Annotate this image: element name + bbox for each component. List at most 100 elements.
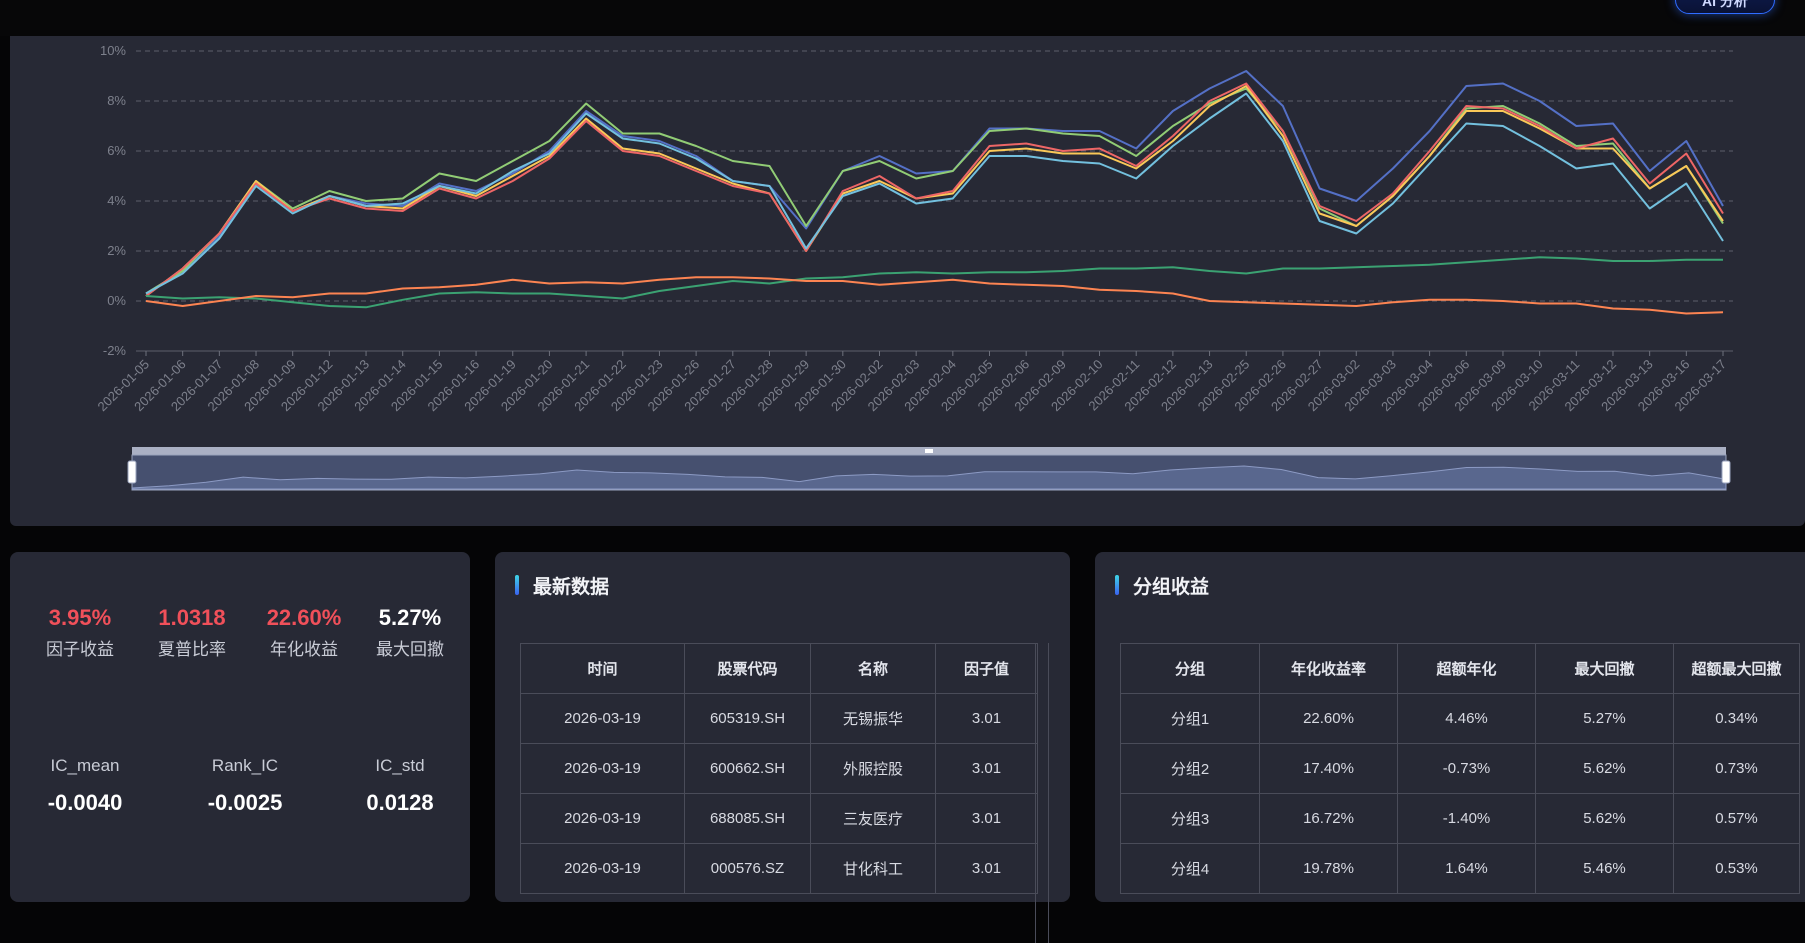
column-header-group[interactable]: 分组 xyxy=(1120,643,1260,694)
series-line-5 xyxy=(145,92,1724,295)
y-tick-label: 8% xyxy=(107,93,126,108)
factor-return-value: 3.95% xyxy=(48,605,112,630)
cell-excess-annual: 1.64% xyxy=(1397,843,1536,894)
factor-return-line-chart: 10%8%6%4%2%0%-2%2026-01-052026-01-062026… xyxy=(94,43,1733,491)
cell-excess-max-drawdown: 0.57% xyxy=(1673,793,1800,844)
series-line-4 xyxy=(145,82,1724,297)
cell-max-drawdown: 5.46% xyxy=(1535,843,1674,894)
latest-data-card: 最新数据 时间 股票代码 名称 因子值 2026-03-19 605319.SH… xyxy=(495,552,1070,943)
column-header-factor-value[interactable]: 因子值 xyxy=(935,643,1038,694)
series-line-3 xyxy=(145,85,1724,297)
column-header-excess-max-drawdown[interactable]: 超额最大回撤 xyxy=(1673,643,1800,694)
group-returns-table: 分组 年化收益率 超额年化 最大回撤 超额最大回撤 分组1 22.60% 4.4… xyxy=(1120,643,1800,894)
factor-return-metric: 3.95% 因子收益 xyxy=(35,605,125,660)
cell-time: 2026-03-19 xyxy=(520,793,685,844)
table-row[interactable]: 2026-03-19 688085.SH 三友医疗 3.01 xyxy=(520,793,1038,844)
cell-excess-max-drawdown: 0.53% xyxy=(1673,843,1800,894)
latest-data-table: 时间 股票代码 名称 因子值 2026-03-19 605319.SH 无锡振华… xyxy=(520,643,1038,894)
cell-annual-return: 19.78% xyxy=(1259,843,1398,894)
y-tick-label: 0% xyxy=(107,293,126,308)
table-row[interactable]: 2026-03-19 600662.SH 外服控股 3.01 xyxy=(520,743,1038,794)
table-row[interactable]: 分组2 17.40% -0.73% 5.62% 0.73% xyxy=(1120,743,1800,794)
cell-annual-return: 22.60% xyxy=(1259,693,1398,744)
y-tick-label: 6% xyxy=(107,143,126,158)
cell-factor-value: 3.01 xyxy=(935,693,1038,744)
annual-return-metric: 22.60% 年化收益 xyxy=(259,605,349,660)
sharpe-ratio-value: 1.0318 xyxy=(158,605,226,630)
cell-excess-annual: -0.73% xyxy=(1397,743,1536,794)
series-line-7 xyxy=(145,276,1724,315)
cell-name: 甘化科工 xyxy=(810,843,936,894)
table-header-row: 时间 股票代码 名称 因子值 xyxy=(520,643,1038,694)
annual-return-value: 22.60% xyxy=(266,605,342,630)
table-scrollbar[interactable] xyxy=(1035,643,1049,943)
cell-time: 2026-03-19 xyxy=(520,693,685,744)
cell-excess-max-drawdown: 0.34% xyxy=(1673,693,1800,744)
table-row[interactable]: 2026-03-19 000576.SZ 甘化科工 3.01 xyxy=(520,843,1038,894)
cell-factor-value: 3.01 xyxy=(935,743,1038,794)
cell-group: 分组1 xyxy=(1120,693,1260,744)
zoom-drag-grip-icon[interactable] xyxy=(925,449,933,453)
factor-return-label: 因子收益 xyxy=(46,640,114,659)
cell-factor-value: 3.01 xyxy=(935,793,1038,844)
column-header-max-drawdown[interactable]: 最大回撤 xyxy=(1535,643,1674,694)
y-tick-label: 4% xyxy=(107,193,126,208)
cell-stock-code: 688085.SH xyxy=(684,793,811,844)
cell-group: 分组4 xyxy=(1120,843,1260,894)
cell-annual-return: 17.40% xyxy=(1259,743,1398,794)
y-tick-label: 10% xyxy=(100,43,126,58)
max-drawdown-value: 5.27% xyxy=(378,605,442,630)
cell-max-drawdown: 5.62% xyxy=(1535,743,1674,794)
cell-factor-value: 3.01 xyxy=(935,843,1038,894)
latest-data-header: 最新数据 xyxy=(515,574,610,598)
ic-std-value: 0.0128 xyxy=(366,790,434,815)
series-line-2 xyxy=(145,87,1724,295)
cell-annual-return: 16.72% xyxy=(1259,793,1398,844)
ic-mean-value: -0.0040 xyxy=(47,790,123,815)
sharpe-ratio-label: 夏普比率 xyxy=(158,640,226,659)
cell-excess-max-drawdown: 0.73% xyxy=(1673,743,1800,794)
column-header-name[interactable]: 名称 xyxy=(810,643,936,694)
column-header-annual-return[interactable]: 年化收益率 xyxy=(1259,643,1398,694)
table-row[interactable]: 分组4 19.78% 1.64% 5.46% 0.53% xyxy=(1120,843,1800,894)
zoom-handle-right[interactable] xyxy=(1721,460,1731,484)
ai-analysis-button[interactable]: AI 分析 xyxy=(1675,0,1775,14)
table-row[interactable]: 2026-03-19 605319.SH 无锡振华 3.01 xyxy=(520,693,1038,744)
cell-name: 无锡振华 xyxy=(810,693,936,744)
group-returns-card: 分组收益 分组 年化收益率 超额年化 最大回撤 超额最大回撤 分组1 22.60… xyxy=(1095,552,1805,902)
ic-mean-label: IC_mean xyxy=(50,756,120,775)
title-accent-bar xyxy=(1115,575,1119,595)
table-row[interactable]: 分组3 16.72% -1.40% 5.62% 0.57% xyxy=(1120,793,1800,844)
sharpe-ratio-metric: 1.0318 夏普比率 xyxy=(147,605,237,660)
max-drawdown-metric: 5.27% 最大回撤 xyxy=(365,605,455,660)
metrics-card: 3.95% 因子收益 1.0318 夏普比率 22.60% 年化收益 5.27%… xyxy=(10,552,470,902)
column-header-time[interactable]: 时间 xyxy=(520,643,685,694)
zoom-handle-left[interactable] xyxy=(127,460,137,484)
ic-mean-stat: IC_mean -0.0040 xyxy=(15,756,155,816)
y-tick-label: 2% xyxy=(107,243,126,258)
latest-data-title: 最新数据 xyxy=(533,576,610,598)
table-header-row: 分组 年化收益率 超额年化 最大回撤 超额最大回撤 xyxy=(1120,643,1800,694)
rank-ic-stat: Rank_IC -0.0025 xyxy=(175,756,315,816)
ic-std-stat: IC_std 0.0128 xyxy=(330,756,470,816)
group-returns-header: 分组收益 xyxy=(1115,574,1210,598)
cell-excess-annual: 4.46% xyxy=(1397,693,1536,744)
factor-return-chart-panel: 10% 8% 6% 4% 2% 0% -2% 2026-01-05 2026-01-06 2026… xyxy=(10,36,1805,526)
cell-name: 三友医疗 xyxy=(810,793,936,844)
cell-max-drawdown: 5.62% xyxy=(1535,793,1674,844)
cell-time: 2026-03-19 xyxy=(520,743,685,794)
ic-std-label: IC_std xyxy=(375,756,425,775)
table-row[interactable]: 分组1 22.60% 4.46% 5.27% 0.34% xyxy=(1120,693,1800,744)
cell-stock-code: 600662.SH xyxy=(684,743,811,794)
cell-group: 分组3 xyxy=(1120,793,1260,844)
cell-stock-code: 000576.SZ xyxy=(684,843,811,894)
cell-max-drawdown: 5.27% xyxy=(1535,693,1674,744)
column-header-stock-code[interactable]: 股票代码 xyxy=(684,643,811,694)
max-drawdown-label: 最大回撤 xyxy=(376,640,444,659)
annual-return-label: 年化收益 xyxy=(270,640,338,659)
column-header-excess-annual[interactable]: 超额年化 xyxy=(1397,643,1536,694)
title-accent-bar xyxy=(515,575,519,595)
cell-time: 2026-03-19 xyxy=(520,843,685,894)
group-returns-title: 分组收益 xyxy=(1133,576,1210,598)
cell-excess-annual: -1.40% xyxy=(1397,793,1536,844)
